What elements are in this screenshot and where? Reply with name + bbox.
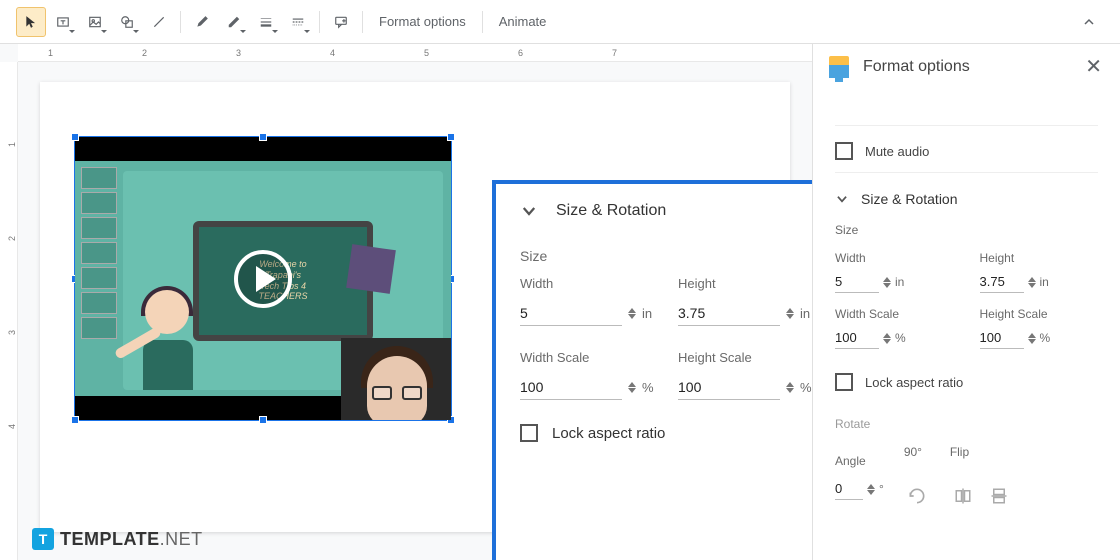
ruler-vertical: 1234 xyxy=(0,62,18,560)
sidebar-height-input[interactable] xyxy=(980,271,1024,293)
sidebar-size-label: Size xyxy=(835,223,1098,237)
line-tool[interactable] xyxy=(144,7,174,37)
resize-handle[interactable] xyxy=(259,416,267,424)
angle-input[interactable] xyxy=(835,478,863,500)
height-label: Height xyxy=(678,276,812,291)
image-tool[interactable] xyxy=(80,7,110,37)
close-icon[interactable]: ✕ xyxy=(1085,54,1102,79)
resize-handle[interactable] xyxy=(71,416,79,424)
height-scale-label: Height Scale xyxy=(678,350,812,365)
rotate-section-label: Rotate xyxy=(835,403,1098,437)
brand: T TEMPLATE.NET xyxy=(32,528,203,550)
size-rotation-section-label: Size & Rotation xyxy=(861,191,958,207)
width-scale-spinner[interactable] xyxy=(628,382,636,393)
textbox-tool[interactable] xyxy=(48,7,78,37)
border-color-tool[interactable] xyxy=(219,7,249,37)
animate-button[interactable]: Animate xyxy=(489,7,557,37)
popup-title: Size & Rotation xyxy=(556,202,666,220)
shape-tool[interactable] xyxy=(112,7,142,37)
sidebar-width-scale-input[interactable] xyxy=(835,327,879,349)
sidebar-width-label: Width xyxy=(835,251,954,265)
separator xyxy=(482,11,483,33)
paint-tool[interactable] xyxy=(187,7,217,37)
angle-label: Angle xyxy=(835,454,884,468)
sidebar-height-scale-spinner[interactable] xyxy=(1028,333,1036,344)
brand-badge: T xyxy=(32,528,54,550)
unit-in: in xyxy=(642,306,658,321)
chevron-down-icon[interactable] xyxy=(835,192,849,206)
height-scale-spinner[interactable] xyxy=(786,382,794,393)
sidebar-title: Format options xyxy=(863,58,1071,76)
sidebar-height-spinner[interactable] xyxy=(1028,277,1036,288)
height-input[interactable] xyxy=(678,301,780,326)
size-rotation-popup: Size & Rotation Size Width in Height xyxy=(492,180,812,560)
video-embed[interactable]: Welcome to Trapani's Tech Tips 4 TEACHER… xyxy=(74,136,452,421)
unit-pct: % xyxy=(800,380,812,395)
unit-in: in xyxy=(800,306,812,321)
sidebar-height-scale-label: Height Scale xyxy=(980,307,1099,321)
border-dash-tool[interactable] xyxy=(283,7,313,37)
resize-handle[interactable] xyxy=(71,133,79,141)
border-weight-tool[interactable] xyxy=(251,7,281,37)
width-label: Width xyxy=(520,276,658,291)
lock-aspect-ratio-checkbox[interactable] xyxy=(520,424,538,442)
sidebar-width-input[interactable] xyxy=(835,271,879,293)
sidebar-width-scale-spinner[interactable] xyxy=(883,333,891,344)
sidebar-lock-aspect-label: Lock aspect ratio xyxy=(865,375,963,390)
resize-handle[interactable] xyxy=(447,133,455,141)
toolbar: Format options Animate xyxy=(0,0,1120,44)
ruler-horizontal: 1234567 xyxy=(18,44,812,62)
flip-horizontal-icon[interactable] xyxy=(950,483,976,509)
select-tool[interactable] xyxy=(16,7,46,37)
format-options-icon xyxy=(829,56,849,78)
size-label: Size xyxy=(520,248,812,264)
separator xyxy=(319,11,320,33)
flip-vertical-icon[interactable] xyxy=(986,483,1012,509)
sidebar-lock-aspect-checkbox[interactable] xyxy=(835,373,853,391)
format-options-button[interactable]: Format options xyxy=(369,7,476,37)
format-options-sidebar: Format options ✕ Mute audio Size & Rotat… xyxy=(812,44,1120,560)
collapse-toolbar[interactable] xyxy=(1074,7,1104,37)
height-spinner[interactable] xyxy=(786,308,794,319)
sidebar-width-scale-label: Width Scale xyxy=(835,307,954,321)
mute-audio-label: Mute audio xyxy=(865,144,929,159)
separator xyxy=(180,11,181,33)
height-scale-input[interactable] xyxy=(678,375,780,400)
sidebar-height-scale-input[interactable] xyxy=(980,327,1024,349)
sidebar-width-spinner[interactable] xyxy=(883,277,891,288)
resize-handle[interactable] xyxy=(259,133,267,141)
sidebar-height-label: Height xyxy=(980,251,1099,265)
slide[interactable]: Welcome to Trapani's Tech Tips 4 TEACHER… xyxy=(40,82,790,532)
chevron-down-icon[interactable] xyxy=(520,202,538,220)
width-input[interactable] xyxy=(520,301,622,326)
comment-tool[interactable] xyxy=(326,7,356,37)
width-spinner[interactable] xyxy=(628,308,636,319)
picture-in-picture xyxy=(341,338,451,420)
canvas[interactable]: 1234567 1234 xyxy=(0,44,812,560)
play-icon[interactable] xyxy=(234,250,292,308)
lock-aspect-ratio-label: Lock aspect ratio xyxy=(552,425,665,442)
mute-audio-checkbox[interactable] xyxy=(835,142,853,160)
separator xyxy=(362,11,363,33)
width-scale-label: Width Scale xyxy=(520,350,658,365)
width-scale-input[interactable] xyxy=(520,375,622,400)
ninety-label: 90° xyxy=(904,445,930,459)
angle-spinner[interactable] xyxy=(867,484,875,495)
flip-label: Flip xyxy=(950,445,1012,459)
rotate-90-icon[interactable] xyxy=(904,483,930,509)
unit-pct: % xyxy=(642,380,658,395)
